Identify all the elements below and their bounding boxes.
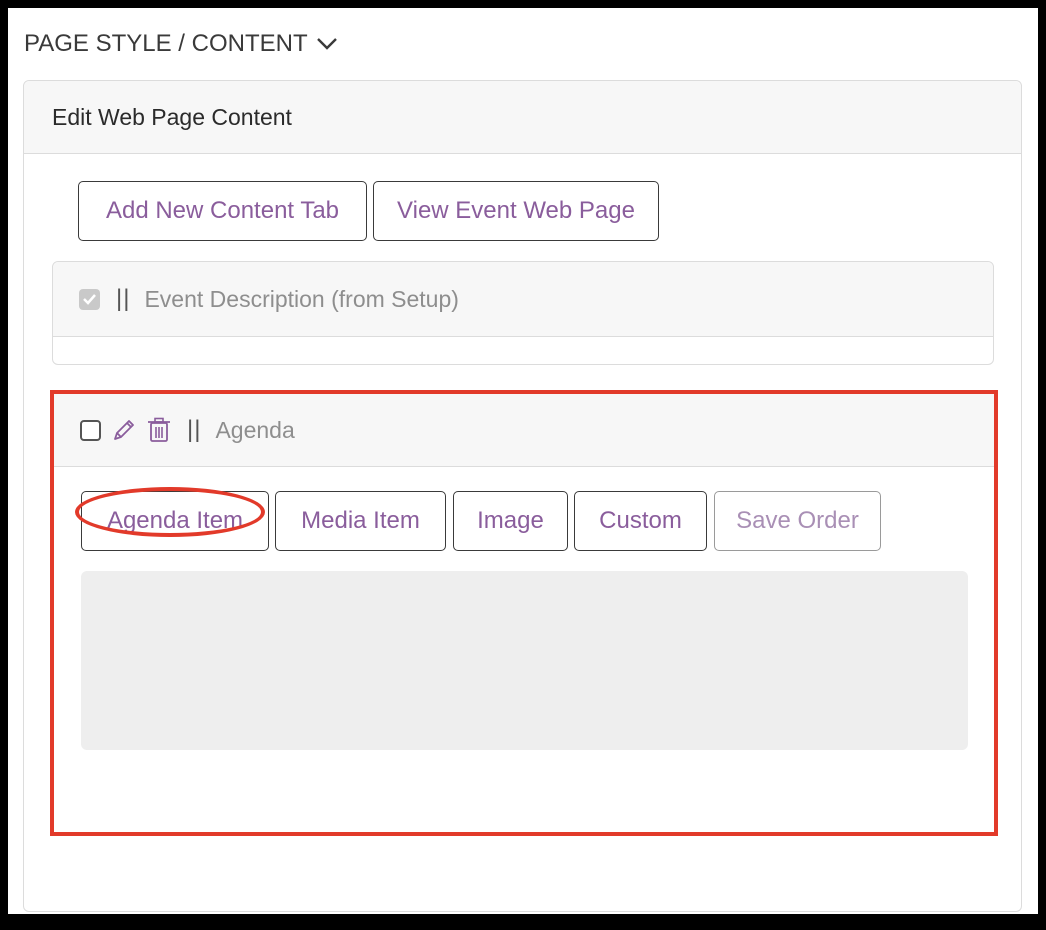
add-agenda-item-button[interactable]: Agenda Item <box>81 491 269 551</box>
tab-header: || Agenda <box>54 394 994 467</box>
agenda-items-list <box>81 571 968 750</box>
section-toggle[interactable]: PAGE STYLE / CONTENT <box>24 30 338 58</box>
agenda-item-wrapper: Agenda Item <box>75 487 269 551</box>
drag-handle-icon[interactable]: || <box>116 285 130 313</box>
section-title: PAGE STYLE / CONTENT <box>24 30 308 57</box>
tab-header: || Event Description (from Setup) <box>53 262 993 337</box>
tab-label: Event Description (from Setup) <box>144 285 459 312</box>
card-header: Edit Web Page Content <box>24 81 1021 154</box>
tab-checkbox[interactable] <box>80 419 101 441</box>
card-title: Edit Web Page Content <box>52 103 292 130</box>
tab-event-description: || Event Description (from Setup) <box>52 261 994 365</box>
add-media-item-button[interactable]: Media Item <box>275 491 446 551</box>
trash-icon[interactable] <box>147 417 171 443</box>
check-icon <box>83 294 96 305</box>
save-order-button[interactable]: Save Order <box>714 491 881 551</box>
pencil-icon[interactable] <box>111 417 137 443</box>
tab-label: Agenda <box>215 416 295 443</box>
add-image-button[interactable]: Image <box>453 491 568 551</box>
drag-handle-icon[interactable]: || <box>187 416 201 444</box>
add-content-tab-button[interactable]: Add New Content Tab <box>78 181 367 241</box>
view-event-page-button[interactable]: View Event Web Page <box>373 181 659 241</box>
chevron-down-icon <box>316 38 337 50</box>
add-custom-button[interactable]: Custom <box>574 491 707 551</box>
page: PAGE STYLE / CONTENT Edit Web Page Conte… <box>8 8 1038 914</box>
tab-agenda: || Agenda Agenda Item Media Item Image C… <box>50 390 998 836</box>
tab-checkbox[interactable] <box>79 288 100 310</box>
